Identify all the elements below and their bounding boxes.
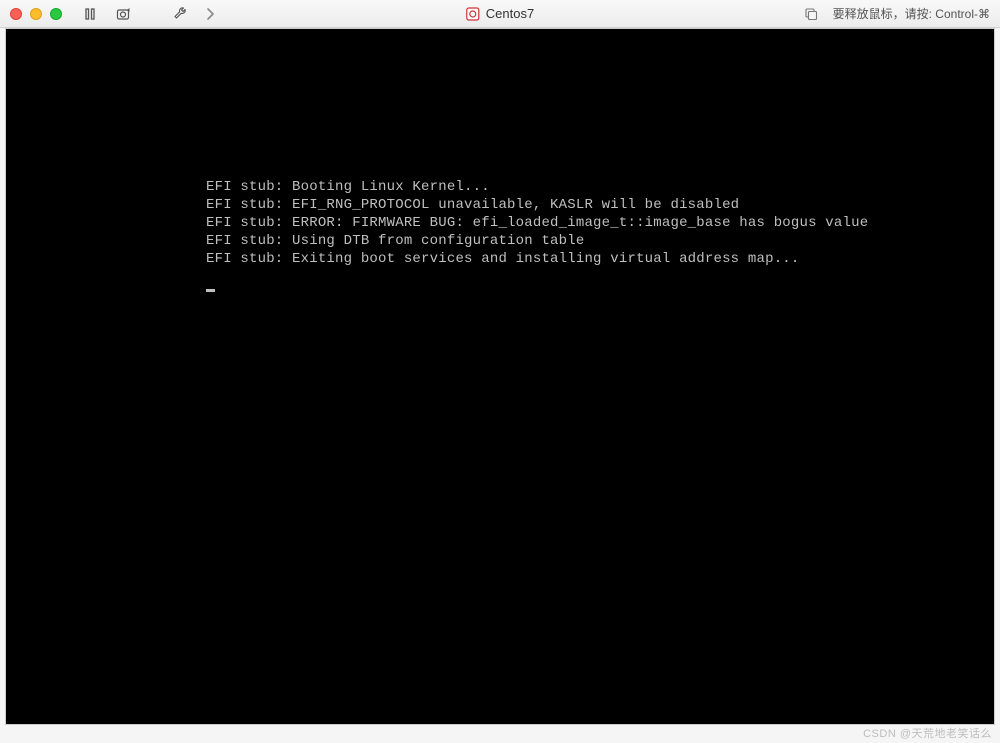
toolbar-nav-group bbox=[172, 6, 218, 22]
minimize-window-button[interactable] bbox=[30, 8, 42, 20]
toolbar-right-group: 要释放鼠标，请按: Control-⌘ bbox=[803, 5, 990, 22]
toolbar-left-group bbox=[82, 6, 132, 22]
window-title-text: Centos7 bbox=[486, 6, 534, 21]
watermark-text: CSDN @天荒地老笑话么 bbox=[863, 725, 992, 741]
cursor-icon bbox=[206, 289, 215, 292]
console-line: EFI stub: Booting Linux Kernel... bbox=[206, 179, 994, 197]
console-line: EFI stub: EFI_RNG_PROTOCOL unavailable, … bbox=[206, 197, 994, 215]
console-line: EFI stub: Exiting boot services and inst… bbox=[206, 251, 994, 269]
copy-icon[interactable] bbox=[803, 6, 819, 22]
wrench-icon[interactable] bbox=[172, 6, 188, 22]
release-mouse-hint: 要释放鼠标，请按: Control-⌘ bbox=[833, 5, 990, 22]
traffic-lights bbox=[10, 8, 62, 20]
chevron-right-icon[interactable] bbox=[202, 6, 218, 22]
cursor-line bbox=[206, 277, 994, 295]
console-line: EFI stub: Using DTB from configuration t… bbox=[206, 233, 994, 251]
snapshot-icon[interactable] bbox=[116, 6, 132, 22]
maximize-window-button[interactable] bbox=[50, 8, 62, 20]
pause-icon[interactable] bbox=[82, 6, 98, 22]
vm-icon bbox=[466, 7, 480, 21]
window-title: Centos7 bbox=[466, 6, 534, 21]
close-window-button[interactable] bbox=[10, 8, 22, 20]
console-line: EFI stub: ERROR: FIRMWARE BUG: efi_loade… bbox=[206, 215, 994, 233]
titlebar: Centos7 要释放鼠标，请按: Control-⌘ bbox=[0, 0, 1000, 28]
vm-console[interactable]: EFI stub: Booting Linux Kernel... EFI st… bbox=[5, 28, 995, 725]
